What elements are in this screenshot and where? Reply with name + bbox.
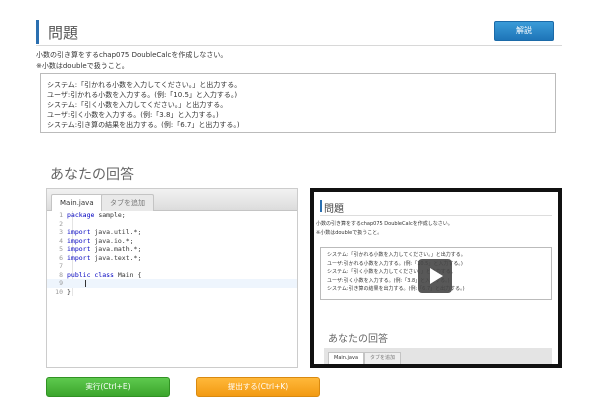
code-line[interactable]: 3 import java.util.*; — [47, 228, 297, 237]
video-player[interactable]: 問題 小数の引き算をするchap075 DoubleCalcを作成しなさい。 ※… — [310, 188, 562, 368]
code-line[interactable]: 5 import java.math.*; — [47, 245, 297, 254]
code-line[interactable]: 7 — [47, 262, 297, 271]
video-divider — [320, 215, 552, 216]
code-line[interactable]: 10} — [47, 288, 297, 297]
code-area[interactable]: 1 package sample; 2 3 import java.util.*; 4 im… — [47, 211, 297, 296]
code-line[interactable]: 2 — [47, 220, 297, 229]
line-number: 1 — [59, 211, 63, 219]
spec-line: システム:引き算の結果を出力する。(例:「6.7」と出力する。) — [47, 121, 240, 129]
code-editor[interactable]: Main.java タブを追加 1 package sample; 2 3 import… — [46, 188, 298, 368]
code-text: import java.util.*; — [67, 228, 142, 236]
video-description-line: 小数の引き算をするchap075 DoubleCalcを作成しなさい。 — [316, 221, 453, 227]
question-description: 小数の引き算をするchap075 DoubleCalcを作成しなさい。 ※小数は… — [36, 50, 227, 72]
code-keyword: package — [67, 211, 95, 219]
spec-line: ユーザ:引かれる小数を入力する。(例:「10.5」と入力する。) — [47, 91, 238, 99]
video-question-title: 問題 — [324, 204, 344, 215]
line-number: 2 — [59, 219, 63, 228]
tab-main-java[interactable]: Main.java — [51, 194, 103, 211]
video-tab-main: Main.java — [328, 352, 365, 364]
line-number: 4 — [59, 236, 63, 245]
code-text: } — [67, 287, 71, 296]
explanation-button[interactable]: 解説 — [494, 21, 554, 41]
code-text: package sample; — [67, 211, 126, 219]
line-number: 10 — [55, 287, 63, 296]
play-icon[interactable] — [418, 259, 452, 293]
code-line[interactable]: 6 import java.text.*; — [47, 254, 297, 263]
code-keyword: import — [67, 228, 91, 236]
line-number: 7 — [59, 262, 63, 270]
code-keyword: import — [67, 236, 91, 245]
run-button[interactable]: 実行(Ctrl+E) — [46, 377, 170, 397]
code-text: public class Main { — [67, 270, 142, 279]
spec-line: ユーザ:引く小数を入力する。(例:「3.8」と入力する。) — [47, 111, 219, 119]
code-line[interactable]: 8 public class Main { — [47, 271, 297, 280]
video-tab-bar: Main.java タブを追加 — [324, 348, 552, 364]
video-description-note: ※小数はdoubleで扱うこと。 — [316, 230, 383, 236]
answer-title: あなたの回答 — [50, 167, 134, 183]
video-title-bar — [320, 200, 322, 212]
header-accent-bar — [36, 20, 39, 44]
spec-box: システム:「引かれる小数を入力してください。」と出力する。 ユーザ:引かれる小数… — [40, 73, 556, 133]
line-number: 5 — [59, 245, 63, 253]
code-keyword: import — [67, 245, 91, 253]
line-number: 8 — [59, 270, 63, 279]
code-text: import java.text.*; — [67, 253, 142, 262]
line-number: 3 — [59, 228, 63, 236]
add-tab-button[interactable]: タブを追加 — [101, 194, 154, 211]
video-tab-add: タブを追加 — [364, 352, 402, 364]
code-text: import java.math.*; — [67, 245, 142, 253]
line-number: 9 — [59, 279, 63, 287]
editor-tab-bar: Main.java タブを追加 — [47, 189, 297, 211]
code-keyword: import — [67, 253, 91, 262]
spec-line: システム:「引かれる小数を入力してください。」と出力する。 — [47, 81, 242, 89]
code-line[interactable]: 1 package sample; — [47, 211, 297, 220]
code-keyword: public class — [67, 270, 114, 279]
text-cursor — [85, 280, 86, 287]
spec-line: システム:「引く小数を入力してください。」と出力する。 — [47, 101, 228, 109]
code-line[interactable]: 9 — [47, 279, 297, 288]
description-line: 小数の引き算をするchap075 DoubleCalcを作成しなさい。 — [36, 51, 228, 59]
submit-button[interactable]: 提出する(Ctrl+K) — [196, 377, 320, 397]
code-line[interactable]: 4 import java.io.*; — [47, 237, 297, 246]
description-note: ※小数はdoubleで扱うこと。 — [36, 62, 129, 70]
question-title: 問題 — [48, 24, 79, 42]
video-description: 小数の引き算をするchap075 DoubleCalcを作成しなさい。 ※小数は… — [316, 220, 453, 238]
video-answer-title: あなたの回答 — [328, 334, 388, 345]
line-number: 6 — [59, 253, 63, 262]
code-text: import java.io.*; — [67, 236, 134, 245]
question-header: 問題 — [36, 20, 562, 46]
